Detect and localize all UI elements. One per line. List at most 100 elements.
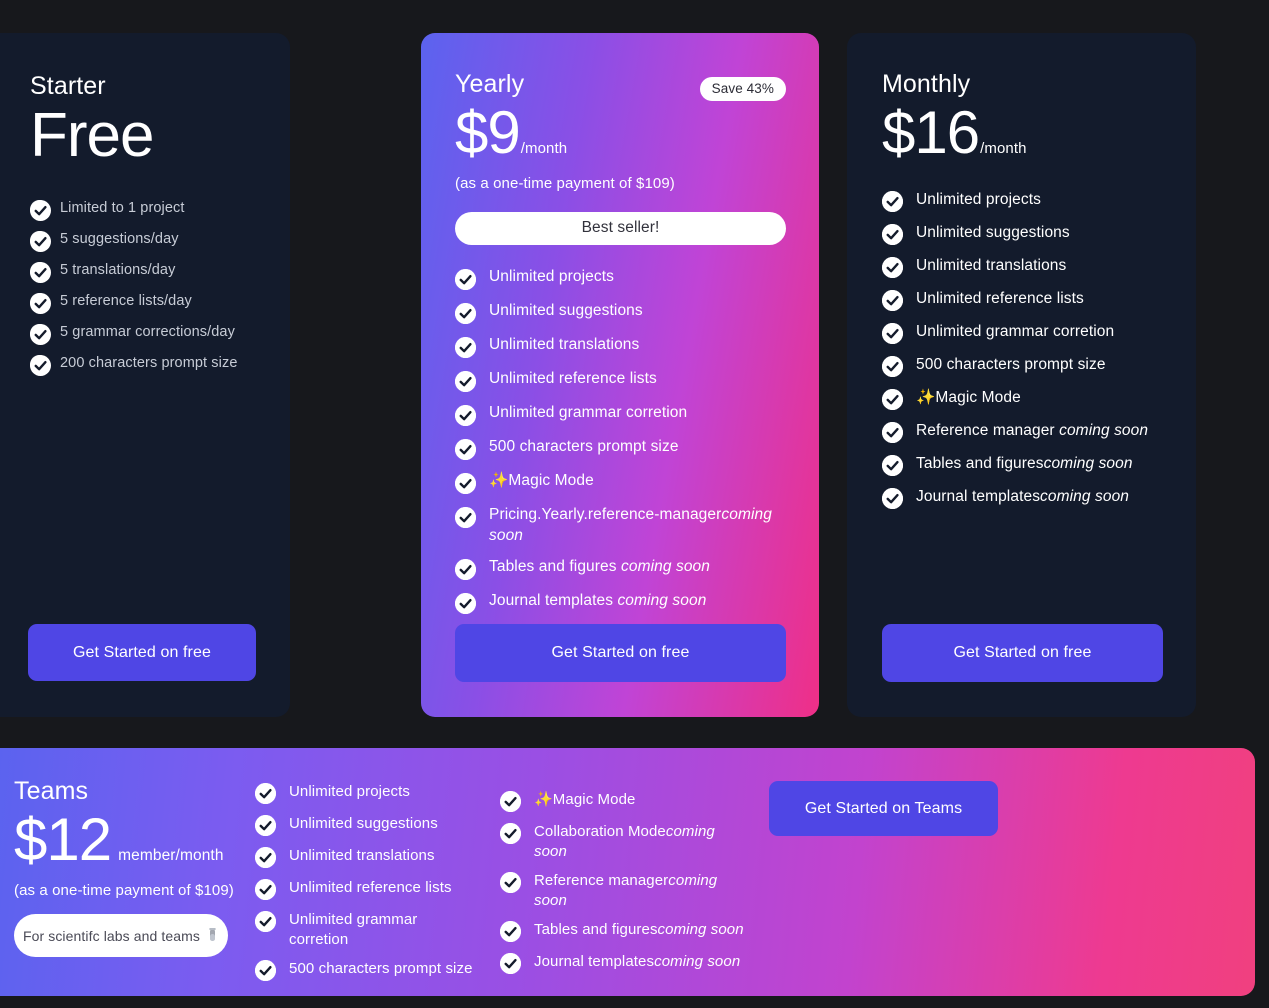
check-circle-icon — [500, 823, 521, 844]
feature-label: 200 characters prompt size — [60, 354, 238, 371]
feature-label: Unlimited projects — [916, 191, 1041, 209]
feature-label: Unlimited suggestions — [489, 302, 643, 320]
feature-label: Journal templates coming soon — [489, 591, 707, 609]
one-time-note-yearly: (as a one-time payment of $109) — [455, 175, 675, 193]
coming-soon-tag: coming soon — [1040, 488, 1130, 506]
feature-item: Tables and figures coming soon — [455, 557, 785, 580]
coming-soon-tag: coming soon — [489, 506, 772, 544]
check-circle-icon — [255, 960, 276, 981]
feature-label: Unlimited suggestions — [916, 224, 1070, 242]
price-row-monthly: $16 /month — [882, 99, 1196, 166]
feature-label: ✨Magic Mode — [489, 472, 594, 490]
check-circle-icon — [500, 791, 521, 812]
feature-item: 5 reference lists/day — [30, 292, 290, 314]
feature-item: ✨Magic Mode — [882, 388, 1182, 411]
feature-item: Tables and figurescoming soon — [500, 920, 750, 942]
feature-item: Unlimited reference lists — [882, 289, 1182, 312]
plan-price-yearly: $9 — [455, 99, 521, 167]
teams-feature-list-1: Unlimited projects Unlimited suggestions U… — [255, 782, 475, 991]
save-badge: Save 43% — [699, 77, 786, 101]
feature-item: Reference managercoming soon — [500, 871, 750, 910]
plan-period-yearly: /month — [520, 140, 568, 158]
pricing-page: Starter Free Limited to 1 project 5 sugge… — [0, 0, 1269, 1008]
check-circle-icon — [455, 507, 476, 529]
feature-label: Unlimited projects — [289, 783, 411, 800]
feature-item: Unlimited suggestions — [882, 223, 1182, 246]
check-circle-icon — [882, 422, 903, 444]
feature-item: Unlimited reference lists — [455, 369, 785, 393]
check-circle-icon — [255, 879, 276, 900]
get-started-button-monthly[interactable]: Get Started on free — [882, 624, 1163, 682]
price-row-yearly: $9 /month — [455, 99, 819, 166]
feature-label: Journal templatescoming soon — [916, 488, 1130, 506]
feature-item: Unlimited projects — [882, 190, 1182, 213]
feature-item: 500 characters prompt size — [255, 959, 475, 981]
feature-list-monthly: Unlimited projects Unlimited suggestions U… — [882, 190, 1182, 510]
feature-label: Unlimited reference lists — [289, 879, 452, 896]
feature-item: Unlimited grammar corretion — [255, 910, 475, 949]
feature-item: ✨Magic Mode — [455, 471, 785, 495]
feature-label: Unlimited translations — [916, 257, 1067, 275]
feature-label: 5 grammar corrections/day — [60, 323, 235, 340]
test-tube-icon — [206, 928, 219, 943]
feature-item: Journal templatescoming soon — [882, 487, 1182, 510]
get-started-button-yearly[interactable]: Get Started on free — [455, 624, 786, 682]
feature-item: 5 translations/day — [30, 261, 290, 283]
check-circle-icon — [882, 389, 903, 411]
pricing-card-starter: Starter Free Limited to 1 project 5 sugge… — [0, 33, 290, 717]
teams-feature-list-2: ✨Magic Mode Collaboration Modecoming soon… — [500, 790, 750, 984]
get-started-button-starter[interactable]: Get Started on free — [28, 624, 256, 681]
feature-label: Unlimited grammar corretion — [289, 911, 418, 948]
feature-label: Unlimited grammar corretion — [916, 323, 1115, 341]
check-circle-icon — [255, 847, 276, 868]
feature-label: 500 characters prompt size — [289, 960, 473, 977]
check-circle-icon — [882, 356, 903, 378]
feature-label: Unlimited grammar corretion — [489, 404, 688, 422]
check-circle-icon — [882, 191, 903, 213]
feature-item: Journal templatescoming soon — [500, 952, 750, 974]
coming-soon-tag: coming soon — [657, 921, 744, 938]
coming-soon-tag: coming soon — [617, 591, 707, 609]
feature-item: 5 suggestions/day — [30, 230, 290, 252]
feature-label: 5 reference lists/day — [60, 292, 192, 309]
feature-label: Unlimited reference lists — [916, 290, 1084, 308]
feature-item: Collaboration Modecoming soon — [500, 822, 750, 861]
feature-label: 5 translations/day — [60, 261, 176, 278]
feature-item: Unlimited projects — [255, 782, 475, 804]
feature-label: 5 suggestions/day — [60, 230, 179, 247]
plan-name-monthly: Monthly — [882, 70, 971, 98]
feature-label: Unlimited projects — [489, 268, 614, 286]
plan-name-starter: Starter — [30, 72, 106, 100]
check-circle-icon — [255, 911, 276, 932]
coming-soon-tag: coming soon — [534, 872, 718, 909]
feature-label: Unlimited translations — [289, 847, 435, 864]
check-circle-icon — [455, 558, 476, 580]
feature-item: Reference manager coming soon — [882, 421, 1182, 444]
feature-item: Unlimited translations — [882, 256, 1182, 279]
feature-item: 500 characters prompt size — [455, 437, 785, 461]
check-circle-icon — [882, 488, 903, 510]
coming-soon-tag: coming soon — [654, 953, 741, 970]
check-circle-icon — [30, 199, 51, 221]
check-circle-icon — [882, 257, 903, 279]
feature-label: Tables and figures coming soon — [489, 557, 710, 575]
check-circle-icon — [882, 224, 903, 246]
get-started-button-teams[interactable]: Get Started on Teams — [769, 781, 998, 836]
teams-banner: Teams $12 member/month (as a one-time pa… — [0, 748, 1255, 996]
plan-price-teams: $12 — [14, 806, 112, 874]
feature-item: Unlimited grammar corretion — [455, 403, 785, 427]
check-circle-icon — [30, 230, 51, 252]
feature-item: Unlimited grammar corretion — [882, 322, 1182, 345]
feature-label: ✨Magic Mode — [916, 389, 1021, 407]
check-circle-icon — [30, 354, 51, 376]
feature-item: ✨Magic Mode — [500, 790, 750, 812]
feature-item: 500 characters prompt size — [882, 355, 1182, 378]
feature-list-starter: Limited to 1 project 5 suggestions/day 5 t… — [30, 199, 290, 376]
feature-label: Collaboration Modecoming soon — [534, 823, 715, 860]
check-circle-icon — [30, 323, 51, 345]
check-circle-icon — [500, 953, 521, 974]
feature-label: Unlimited translations — [489, 336, 640, 354]
check-circle-icon — [882, 290, 903, 312]
feature-item: 200 characters prompt size — [30, 354, 290, 376]
check-circle-icon — [30, 292, 51, 314]
